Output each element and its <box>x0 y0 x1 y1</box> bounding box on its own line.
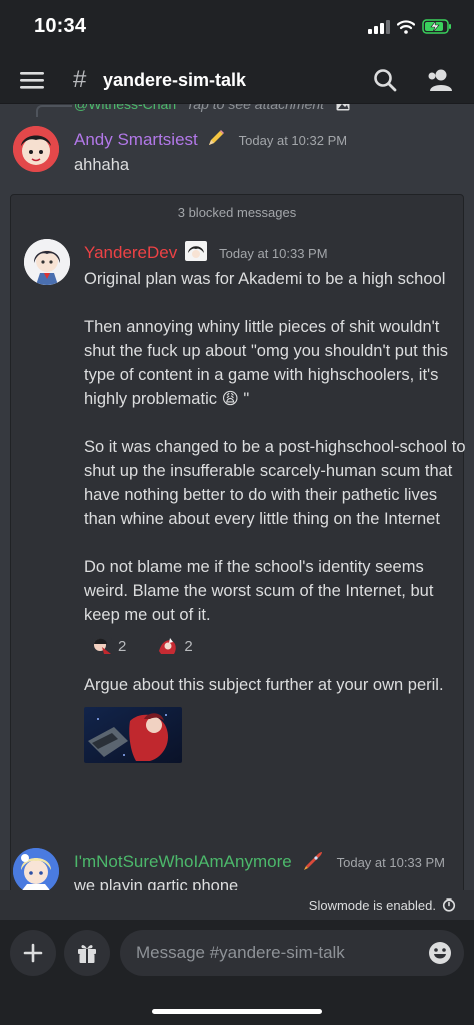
rocket-emoji-icon <box>304 852 323 870</box>
avatar[interactable] <box>24 239 70 285</box>
message-paragraph: So it was changed to be a post-highschoo… <box>84 438 471 528</box>
search-icon[interactable] <box>372 67 398 93</box>
message-header: I'mNotSureWhoIAmAnymore Today at 10:33 P… <box>74 850 445 872</box>
image-icon <box>336 104 350 111</box>
author-name[interactable]: Andy Smartsiest <box>74 130 198 149</box>
avatar-yanderedev-image <box>24 239 70 285</box>
gift-button[interactable] <box>64 930 110 976</box>
message-timestamp: Today at 10:33 PM <box>219 246 328 261</box>
reaction-pill[interactable]: 2 <box>84 633 134 659</box>
custom-emoji-icon <box>92 637 112 655</box>
avatar[interactable] <box>13 126 59 172</box>
message-list[interactable]: @Witness-Chan Tap to see attachment Andy… <box>0 104 474 890</box>
home-indicator <box>152 1009 322 1014</box>
members-icon[interactable] <box>426 67 454 93</box>
wifi-icon <box>397 19 415 34</box>
message-input[interactable]: Message #yandere-sim-talk <box>120 930 464 976</box>
message-paragraph: Do not blame me if the school's identity… <box>84 558 439 624</box>
channel-title[interactable]: yandere-sim-talk <box>103 70 246 91</box>
status-bar: 10:34 <box>0 0 474 58</box>
message-paragraph: Then annoying whiny little pieces of shi… <box>84 318 453 408</box>
channel-hash-icon: # <box>73 66 87 93</box>
message-header: YandereDev Today at 10:33 PM <box>84 241 328 263</box>
gif-image <box>84 707 182 763</box>
reaction-count: 2 <box>118 637 127 655</box>
hamburger-menu-icon[interactable] <box>20 69 44 91</box>
message-header: Andy Smartsiest Today at 10:32 PM <box>74 128 347 150</box>
message-body: Original plan was for Akademi to be a hi… <box>84 267 466 763</box>
add-attachment-button[interactable] <box>10 930 56 976</box>
message-input-placeholder: Message #yandere-sim-talk <box>136 943 345 962</box>
status-icons <box>368 19 452 34</box>
reply-text: Tap to see attachment <box>186 104 325 112</box>
reactions-bar: 2 2 <box>84 633 464 659</box>
reply-preview[interactable]: @Witness-Chan Tap to see attachment <box>74 104 350 112</box>
message-text: ahhaha <box>74 156 130 174</box>
message-paragraph: Original plan was for Akademi to be a hi… <box>84 270 446 288</box>
message-text: we playin gartic phone <box>74 877 239 890</box>
blocked-messages-label[interactable]: 3 blocked messages <box>11 205 463 220</box>
reply-connector <box>36 105 72 117</box>
emoji-picker-icon[interactable] <box>428 941 452 965</box>
author-name[interactable]: I'mNotSureWhoIAmAnymore <box>74 852 292 871</box>
slowmode-bar: Slowmode is enabled. <box>0 890 474 920</box>
avatar-andy-image <box>13 126 59 172</box>
plus-icon <box>23 943 43 963</box>
reaction-count: 2 <box>184 637 193 655</box>
channel-header: # yandere-sim-talk <box>0 58 474 104</box>
clock-icon <box>442 898 456 912</box>
message-timestamp: Today at 10:33 PM <box>336 855 446 870</box>
status-time: 10:34 <box>34 15 87 37</box>
blocked-messages-group[interactable]: 3 blocked messages YandereDev Today at 1… <box>10 194 466 890</box>
gift-icon <box>78 945 96 963</box>
gif-attachment[interactable] <box>84 707 182 763</box>
avatar-imnotsure-image <box>13 848 59 890</box>
slowmode-text: Slowmode is enabled. <box>308 898 436 913</box>
message-timestamp: Today at 10:32 PM <box>238 133 348 148</box>
battery-charging-icon <box>422 19 451 34</box>
reaction-pill[interactable]: 2 <box>150 633 200 659</box>
message-paragraph: Argue about this subject further at your… <box>84 676 444 694</box>
yanderedev-badge-icon <box>184 241 207 261</box>
avatar[interactable] <box>13 848 59 890</box>
pencil-emoji-icon <box>209 130 225 145</box>
custom-emoji-icon <box>158 637 179 655</box>
reply-author: @Witness-Chan <box>74 104 177 112</box>
signal-icon <box>368 19 390 34</box>
author-name[interactable]: YandereDev <box>84 243 177 262</box>
